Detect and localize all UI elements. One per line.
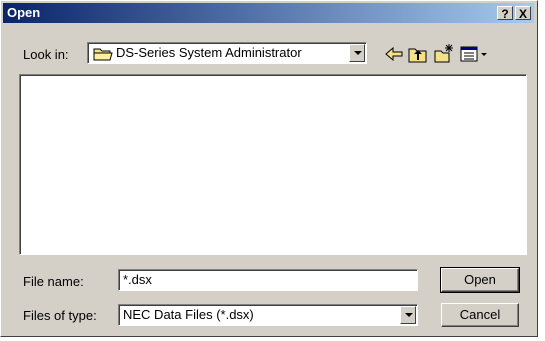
help-button[interactable]: ? [497,6,513,21]
file-list[interactable] [19,74,527,255]
folder-icon [93,48,113,61]
window-title: Open [7,5,41,20]
files-of-type-dropdown-button[interactable] [400,306,416,324]
look-in-dropdown-button[interactable] [349,44,365,62]
file-name-label: File name: [23,274,84,289]
look-in-value: DS-Series System Administrator [116,45,302,60]
view-menu-icon[interactable] [459,43,489,65]
back-arrow-icon[interactable] [383,43,405,65]
files-of-type-label: Files of type: [23,308,97,323]
up-one-level-icon[interactable] [407,43,429,65]
open-dialog: Open ? X Look in: DS-Series System Admin… [0,0,538,337]
title-bar[interactable]: Open ? X [3,3,534,23]
look-in-select[interactable]: DS-Series System Administrator [87,42,367,64]
files-of-type-select[interactable]: NEC Data Files (*.dsx) [118,304,418,326]
new-folder-icon[interactable] [433,43,455,65]
open-button[interactable]: Open [440,267,520,293]
cancel-button[interactable]: Cancel [441,303,519,327]
close-button[interactable]: X [515,6,531,21]
look-in-label: Look in: [23,47,69,62]
file-name-value: *.dsx [123,272,152,287]
file-name-input[interactable]: *.dsx [118,269,418,291]
files-of-type-value: NEC Data Files (*.dsx) [123,307,254,322]
